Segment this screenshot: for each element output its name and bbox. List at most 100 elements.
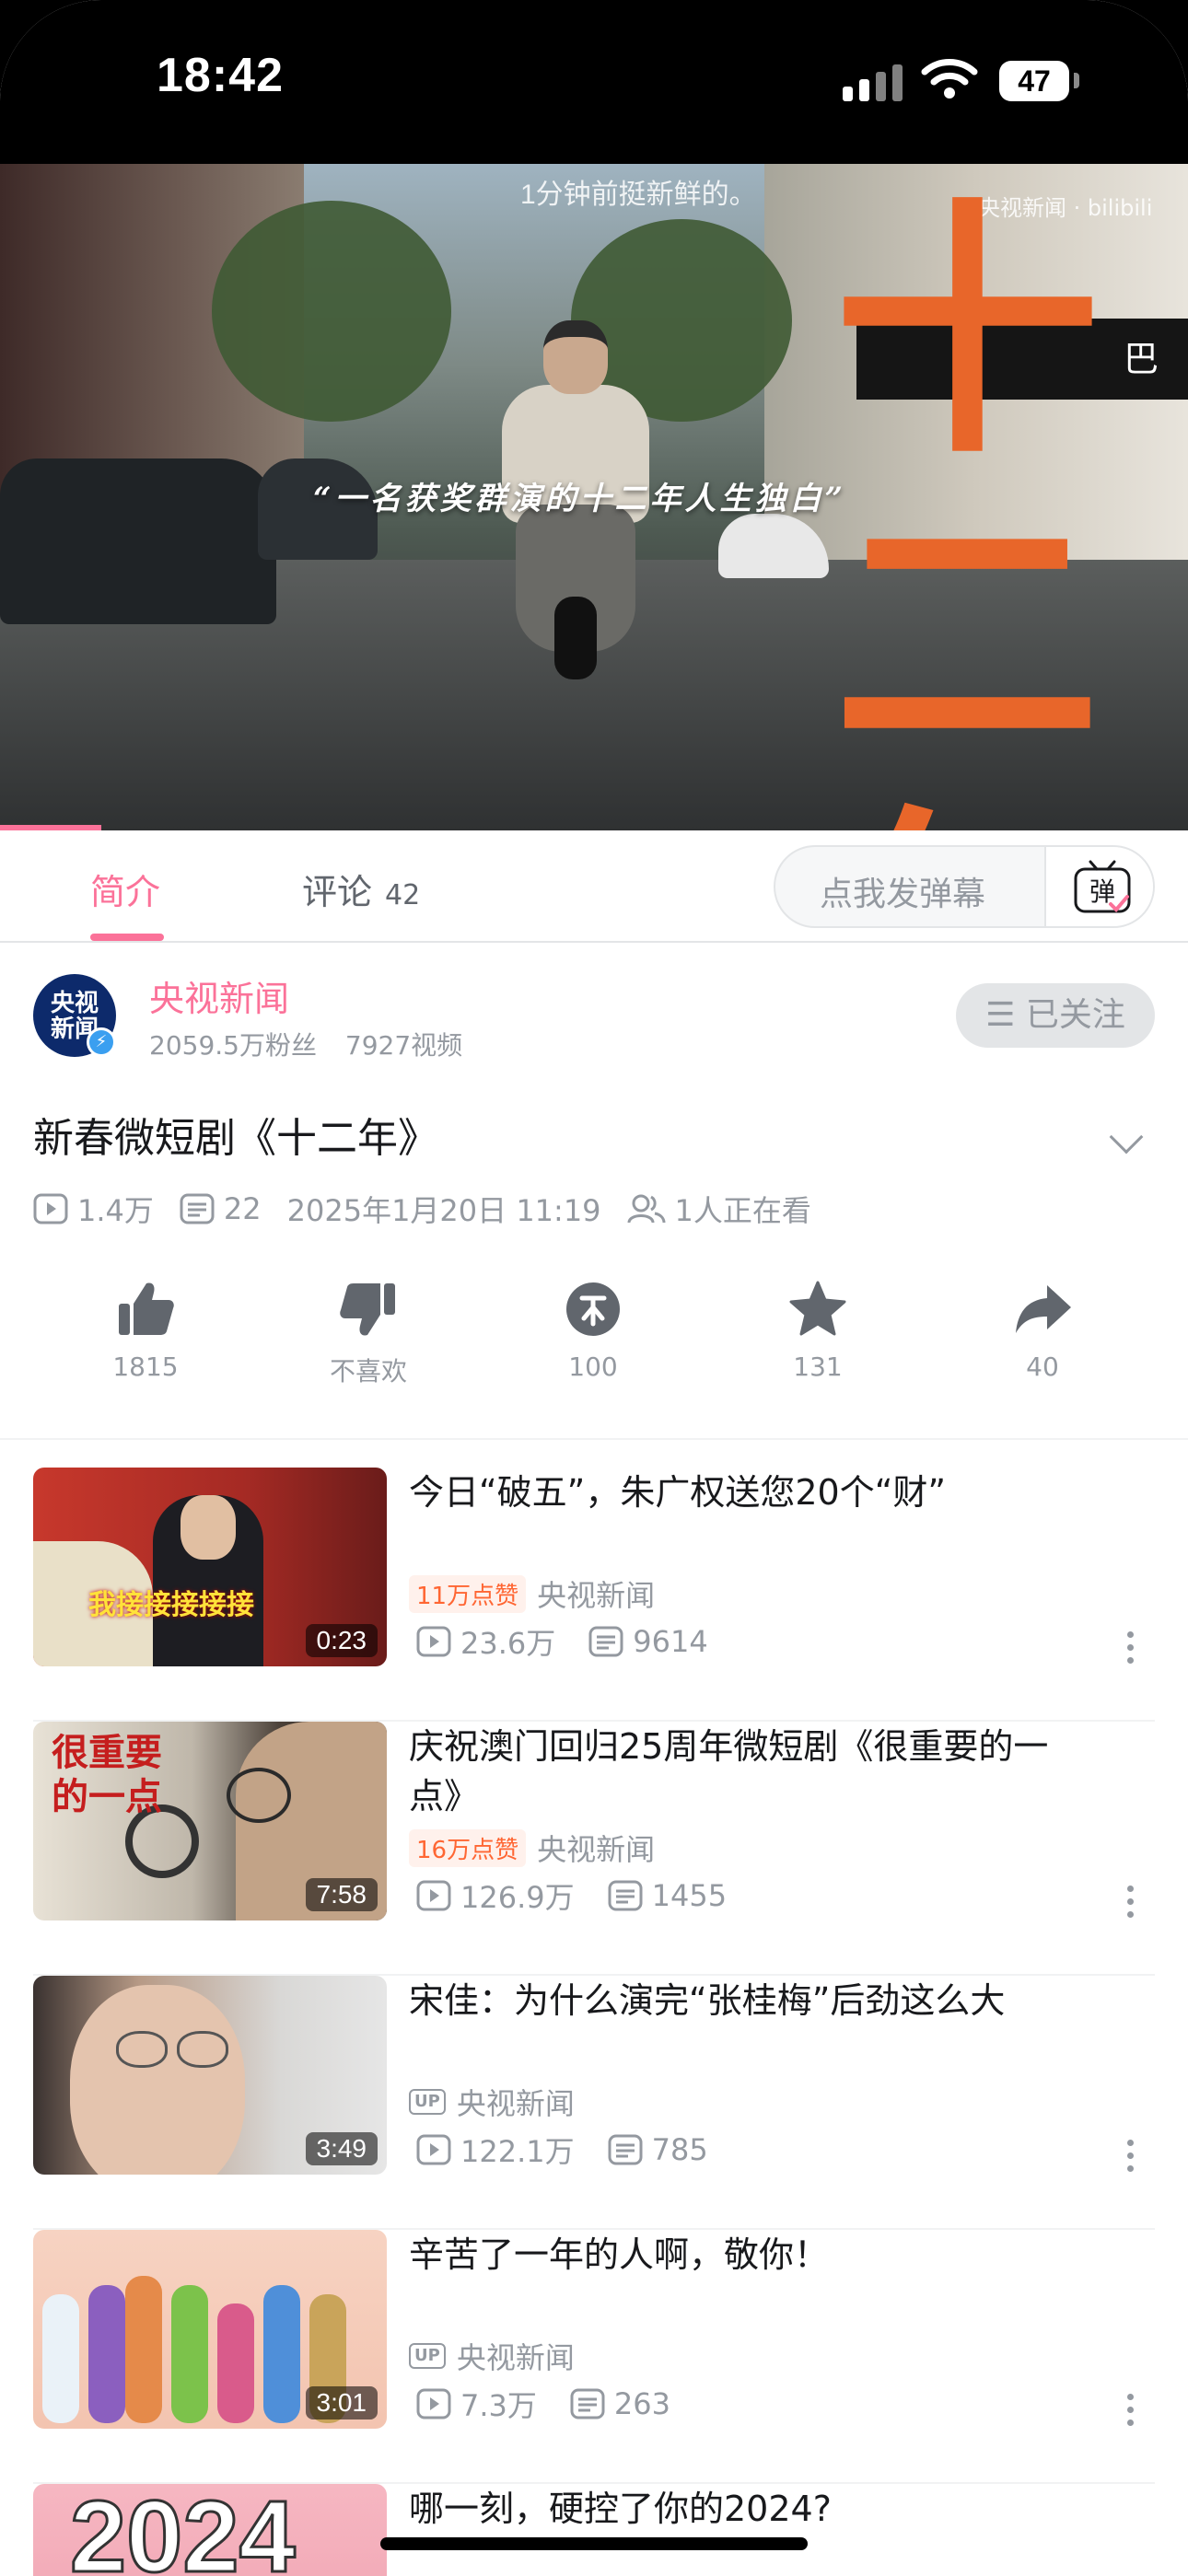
related-video-title: 庆祝澳门回归25周年微短剧《很重要的一点》 bbox=[409, 1726, 1049, 1816]
video-thumbnail[interactable]: 我接接接接接 0:23 bbox=[33, 1468, 387, 1666]
like-count: 1815 bbox=[112, 1352, 179, 1382]
list-item[interactable]: 2024 哪一刻，硬控了你的2024? bbox=[0, 2484, 1188, 2576]
video-thumbnail[interactable]: 很重要的一点 7:58 bbox=[33, 1722, 387, 1920]
more-vertical-icon[interactable] bbox=[1127, 2140, 1135, 2178]
related-video-views: 126.9万 bbox=[460, 1880, 575, 1915]
related-video-title: 哪一刻，硬控了你的2024? bbox=[409, 2489, 832, 2529]
related-video-up: UP 央视新闻 bbox=[409, 2081, 575, 2123]
avatar-text-1: 央视 bbox=[50, 990, 99, 1017]
chevron-down-icon[interactable] bbox=[1109, 1120, 1144, 1155]
related-video-up: 16万点赞 央视新闻 bbox=[409, 1827, 655, 1869]
related-video-views: 23.6万 bbox=[460, 1626, 556, 1661]
video-duration: 0:23 bbox=[305, 1624, 378, 1657]
tab-underline bbox=[90, 934, 164, 941]
avatar[interactable]: 央视 新闻 ⚡ bbox=[33, 974, 116, 1057]
play-count-icon bbox=[33, 1193, 68, 1224]
related-video-title: 宋佳：为什么演完“张桂梅”后劲这么大 bbox=[409, 1980, 1006, 2021]
danmaku-count-icon bbox=[180, 1193, 215, 1224]
danmaku-count-icon bbox=[608, 2134, 643, 2165]
video-duration: 3:01 bbox=[305, 2386, 378, 2419]
related-video-author: 央视新闻 bbox=[456, 2086, 575, 2121]
video-subtitle-quote: “一名获奖群演的十二年人生独白” bbox=[313, 481, 847, 517]
tab-comments[interactable]: 评论 42 bbox=[302, 864, 420, 914]
related-video-danmaku: 1455 bbox=[651, 1878, 728, 1913]
video-thumbnail[interactable]: 3:01 bbox=[33, 2230, 387, 2429]
section-divider bbox=[0, 1438, 1188, 1440]
tab-comments-count: 42 bbox=[385, 879, 421, 911]
danmaku-tv-icon: 弹 bbox=[1074, 860, 1131, 913]
danmaku-count-icon bbox=[588, 1626, 623, 1657]
thumbs-up-icon bbox=[119, 1282, 174, 1335]
video-duration: 3:49 bbox=[305, 2132, 378, 2165]
share-button[interactable]: 40 bbox=[950, 1280, 1135, 1382]
tab-comments-label: 评论 bbox=[302, 872, 373, 912]
video-thumbnail[interactable]: 2024 bbox=[33, 2484, 387, 2576]
related-video-author: 央视新闻 bbox=[537, 1578, 656, 1613]
video-watching-now: 1人正在看 bbox=[674, 1193, 811, 1228]
tab-intro[interactable]: 简介 bbox=[90, 864, 160, 914]
related-video-views: 122.1万 bbox=[460, 2134, 575, 2169]
coin-count: 100 bbox=[568, 1352, 618, 1382]
danmaku-input-placeholder[interactable]: 点我发弹幕 bbox=[820, 867, 985, 915]
related-video-danmaku: 9614 bbox=[633, 1624, 708, 1659]
likes-badge: 11万点赞 bbox=[409, 1574, 527, 1613]
coin-icon bbox=[566, 1282, 620, 1336]
danmaku-toggle-button[interactable]: 弹 bbox=[1044, 847, 1153, 926]
video-thumbnail[interactable]: 3:49 bbox=[33, 1976, 387, 2175]
play-count-icon bbox=[416, 2388, 451, 2419]
uploader-video-count: 7927视频 bbox=[344, 1030, 463, 1061]
followed-button[interactable]: ☰ 已关注 bbox=[956, 983, 1155, 1048]
more-vertical-icon[interactable] bbox=[1127, 1886, 1135, 1924]
list-item[interactable]: 很重要的一点 7:58 庆祝澳门回归25周年微短剧《很重要的一点》 16万点赞 … bbox=[0, 1722, 1188, 1976]
video-danmaku-count: 22 bbox=[223, 1191, 262, 1226]
list-item[interactable]: 3:49 宋佳：为什么演完“张桂梅”后劲这么大 UP 央视新闻 122.1万 7… bbox=[0, 1976, 1188, 2230]
up-tag-icon: UP bbox=[409, 2343, 446, 2369]
related-video-title: 今日“破五”，朱广权送您20个“财” bbox=[409, 1472, 947, 1513]
dislike-button[interactable]: 不喜欢 bbox=[276, 1280, 460, 1388]
danmaku-count-icon bbox=[570, 2388, 605, 2419]
danmaku-count-icon bbox=[608, 1880, 643, 1911]
related-video-up: UP 央视新闻 bbox=[409, 2335, 575, 2377]
danmaku-input-box[interactable]: 点我发弹幕 弹 bbox=[774, 845, 1155, 928]
share-arrow-icon bbox=[1016, 1285, 1071, 1333]
thumbnail-glasses bbox=[116, 2031, 168, 2068]
list-item[interactable]: 我接接接接接 0:23 今日“破五”，朱广权送您20个“财” 11万点赞 央视新… bbox=[0, 1468, 1188, 1722]
thumbnail-text: 我接接接接接 bbox=[88, 1589, 254, 1621]
video-duration: 7:58 bbox=[305, 1878, 378, 1911]
video-publish-date: 2025年1月20日 11:19 bbox=[286, 1193, 601, 1228]
favorite-button[interactable]: 131 bbox=[726, 1280, 910, 1382]
related-video-author: 央视新闻 bbox=[537, 1832, 656, 1867]
related-video-danmaku: 263 bbox=[613, 2386, 670, 2421]
related-video-author: 央视新闻 bbox=[456, 2340, 575, 2375]
dislike-label: 不喜欢 bbox=[329, 1356, 407, 1387]
status-bar: 18:42 47 bbox=[0, 0, 1188, 164]
video-views: 1.4万 bbox=[77, 1193, 154, 1228]
list-item[interactable]: 3:01 辛苦了一年的人啊，敬你！ UP 央视新闻 7.3万 263 bbox=[0, 2230, 1188, 2484]
video-player[interactable]: 巴 1分钟前挺新鲜的。 央视新闻 · bilibili “一名获奖群演的十二年人… bbox=[0, 164, 1188, 830]
thumbnail-figure bbox=[42, 2294, 79, 2423]
related-video-stats: 7.3万 263 bbox=[416, 2383, 704, 2425]
star-icon bbox=[789, 1281, 846, 1336]
uploader-row: 央视 新闻 ⚡ 央视新闻 2059.5万粉丝 7927视频 ☰ 已关注 bbox=[0, 967, 1188, 1068]
home-indicator[interactable] bbox=[380, 2537, 808, 2550]
wifi-icon bbox=[921, 59, 978, 99]
related-video-danmaku: 785 bbox=[651, 2132, 708, 2167]
uploader-meta: 2059.5万粉丝 7927视频 bbox=[149, 1026, 483, 1062]
video-top-caption: 1分钟前挺新鲜的。 bbox=[520, 180, 757, 210]
svg-text:弹: 弹 bbox=[1089, 876, 1115, 907]
thumbnail-face bbox=[70, 1985, 245, 2175]
like-button[interactable]: 1815 bbox=[53, 1280, 238, 1382]
coin-button[interactable]: 100 bbox=[501, 1280, 685, 1382]
favorite-count: 131 bbox=[793, 1352, 843, 1382]
thumbnail-text: 很重要的一点 bbox=[52, 1731, 162, 1818]
more-vertical-icon[interactable] bbox=[1127, 1631, 1135, 1670]
more-vertical-icon[interactable] bbox=[1127, 2394, 1135, 2432]
battery-icon: 47 bbox=[999, 61, 1069, 101]
verified-bolt-icon: ⚡ bbox=[87, 1027, 116, 1057]
video-frame-car bbox=[0, 458, 276, 624]
uploader-name[interactable]: 央视新闻 bbox=[149, 970, 289, 1021]
video-frame-tree bbox=[212, 201, 451, 422]
cellular-signal-icon bbox=[843, 64, 903, 101]
thumbs-down-icon bbox=[340, 1283, 395, 1336]
thumbnail-text: 2024 bbox=[69, 2484, 297, 2576]
